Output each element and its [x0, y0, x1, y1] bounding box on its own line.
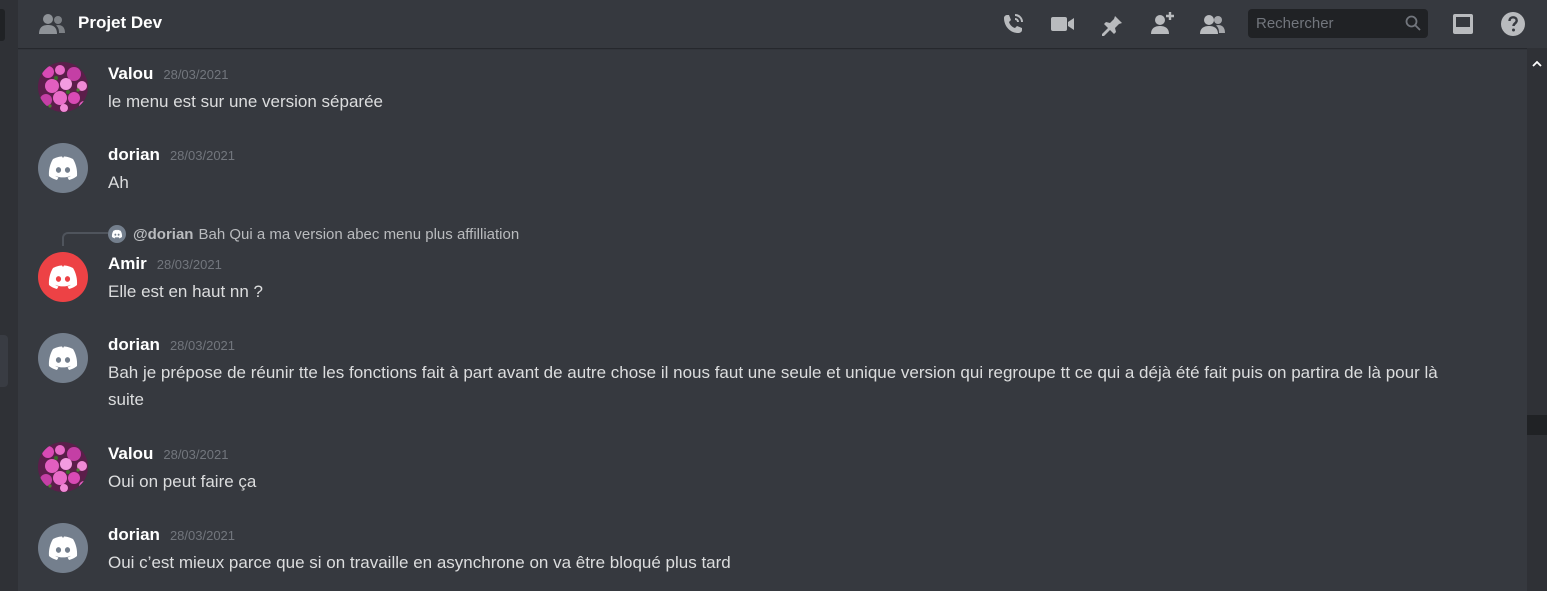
avatar[interactable] [38, 333, 88, 383]
members-icon[interactable] [1199, 11, 1225, 37]
timestamp: 28/03/2021 [156, 257, 222, 272]
reply-preview[interactable]: @dorian Bah Qui a ma version abec menu p… [108, 225, 519, 243]
message-header: dorian 28/03/2021 [108, 145, 235, 165]
search-icon [1404, 14, 1422, 32]
username[interactable]: Valou [108, 64, 153, 83]
message-header: Valou 28/03/2021 [108, 444, 228, 464]
username[interactable]: dorian [108, 335, 160, 354]
username[interactable]: Amir [108, 254, 147, 273]
timestamp: 28/03/2021 [169, 528, 236, 543]
message-header: dorian 28/03/2021 [108, 525, 235, 545]
call-icon[interactable] [999, 11, 1025, 37]
inbox-icon[interactable] [1450, 11, 1476, 37]
username[interactable]: dorian [108, 525, 160, 544]
message-list: Valou 28/03/2021 le menu est sur une vers… [18, 48, 1527, 591]
help-icon[interactable] [1500, 11, 1526, 37]
username[interactable]: dorian [108, 145, 160, 164]
scrollbar-thumb[interactable] [1527, 415, 1547, 435]
message-header: Valou 28/03/2021 [108, 64, 228, 84]
message-header: dorian 28/03/2021 [108, 335, 235, 355]
people-icon [38, 12, 66, 36]
server-indicator [0, 335, 8, 387]
scrollbar[interactable] [1527, 48, 1547, 591]
search-input[interactable] [1248, 9, 1398, 38]
reply-author[interactable]: @dorian [133, 226, 193, 243]
reply-avatar [108, 225, 126, 243]
avatar[interactable] [38, 62, 88, 112]
channel-title: Projet Dev [78, 13, 163, 32]
reply-connector [62, 232, 108, 246]
message-text: Oui c’est mieux parce que si on travaill… [108, 553, 731, 572]
timestamp: 28/03/2021 [169, 338, 236, 353]
timestamp: 28/03/2021 [163, 447, 229, 462]
message-text: Elle est en haut nn ? [108, 282, 264, 301]
message-text: Oui on peut faire ça [108, 472, 257, 491]
message-header: Amir 28/03/2021 [108, 254, 222, 274]
pin-icon[interactable] [1099, 11, 1125, 37]
scroll-up-icon[interactable] [1532, 56, 1542, 67]
avatar[interactable] [38, 442, 88, 492]
avatar[interactable] [38, 143, 88, 193]
server-indicator [0, 9, 5, 41]
reply-text: Bah Qui a ma version abec menu plus affi… [198, 225, 520, 243]
message-text: Ah [108, 173, 129, 192]
channel-header: Projet Dev [18, 0, 1547, 48]
message-text: le menu est sur une version séparée [108, 92, 383, 111]
avatar[interactable] [38, 523, 88, 573]
timestamp: 28/03/2021 [169, 148, 236, 163]
search-box[interactable] [1248, 9, 1428, 38]
add-member-icon[interactable] [1149, 11, 1175, 37]
avatar[interactable] [38, 252, 88, 302]
message-text: Bah je prépose de réunir tte les fonctio… [108, 363, 1438, 409]
video-icon[interactable] [1049, 11, 1075, 37]
timestamp: 28/03/2021 [163, 67, 229, 82]
username[interactable]: Valou [108, 444, 153, 463]
server-list-edge [0, 0, 18, 591]
